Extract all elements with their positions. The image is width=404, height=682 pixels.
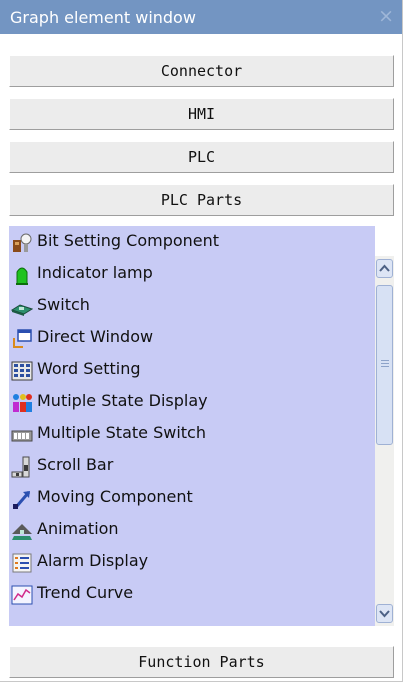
animation-icon [12,524,32,540]
section-connector-button[interactable]: Connector [9,55,394,87]
list-item-indicator-lamp[interactable]: Indicator lamp [9,258,375,290]
list-item-label: Trend Curve [37,583,134,602]
chevron-up-icon [379,264,390,272]
vertical-scrollbar[interactable] [375,226,394,626]
list-item-label: Bit Setting Component [37,231,220,250]
thumb-grip-line [381,363,389,364]
alarm-display-icon [12,553,32,573]
direct-window-icon [13,329,32,348]
list-item-switch[interactable]: Switch [9,290,375,322]
switch-icon [11,304,33,316]
word-setting-icon [11,361,33,381]
list-item-scroll-bar[interactable]: Scroll Bar [9,450,375,482]
list-item-trend-curve[interactable]: Trend Curve [9,578,375,610]
list-item-label: Alarm Display [37,551,149,570]
list-item-label: Multiple State Switch [37,423,206,442]
bit-setting-icon [13,233,32,252]
list-item-label: Direct Window [37,327,154,346]
list-item-label: Switch [37,295,90,314]
list-item-label: Animation [37,519,119,538]
close-icon[interactable]: × [378,5,394,27]
thumb-grip-line [381,360,389,361]
indicator-lamp-icon [16,267,28,285]
scroll-thumb[interactable] [376,285,393,445]
list-item-partial-icon [11,616,33,626]
title-bar[interactable]: Graph element window × [0,0,402,34]
list-item-word-setting[interactable]: Word Setting [9,354,375,386]
list-item-alarm-display[interactable]: Alarm Display [9,546,375,578]
window-title: Graph element window [10,8,196,27]
list-item-animation[interactable]: Animation [9,514,375,546]
list-item-label: Indicator lamp [37,263,153,282]
graph-element-window: Graph element window × Connector HMI PLC… [0,0,403,682]
list-item-label: Mutiple State Display [37,391,208,410]
scroll-down-button[interactable] [376,604,393,623]
list-item-multiple-state-switch[interactable]: Multiple State Switch [9,418,375,450]
moving-component-icon [13,491,31,509]
multiple-state-display-icon [13,394,32,412]
list-item-label: Moving Component [37,487,193,506]
list-item-label: Word Setting [37,359,141,378]
section-plc-parts-button[interactable]: PLC Parts [9,184,394,216]
list-item-moving-component[interactable]: Moving Component [9,482,375,514]
list-item-bit-setting[interactable]: Bit Setting Component [9,226,375,258]
trend-curve-icon [11,585,33,605]
list-item-multiple-state-display[interactable]: Mutiple State Display [9,386,375,418]
multiple-state-switch-icon [11,430,33,442]
chevron-down-icon [379,610,390,618]
plc-parts-list: Bit Setting Component Indicator lamp Swi… [9,226,375,626]
scroll-bar-icon [11,456,30,478]
section-hmi-button[interactable]: HMI [9,98,394,130]
scroll-up-button[interactable] [376,259,393,278]
thumb-grip-line [381,366,389,367]
list-item-direct-window[interactable]: Direct Window [9,322,375,354]
list-item-label: Scroll Bar [37,455,114,474]
section-plc-button[interactable]: PLC [9,141,394,173]
section-function-parts-button[interactable]: Function Parts [9,646,394,678]
scrollbar-top-gap [375,226,394,256]
list-item-partial[interactable] [9,610,375,626]
